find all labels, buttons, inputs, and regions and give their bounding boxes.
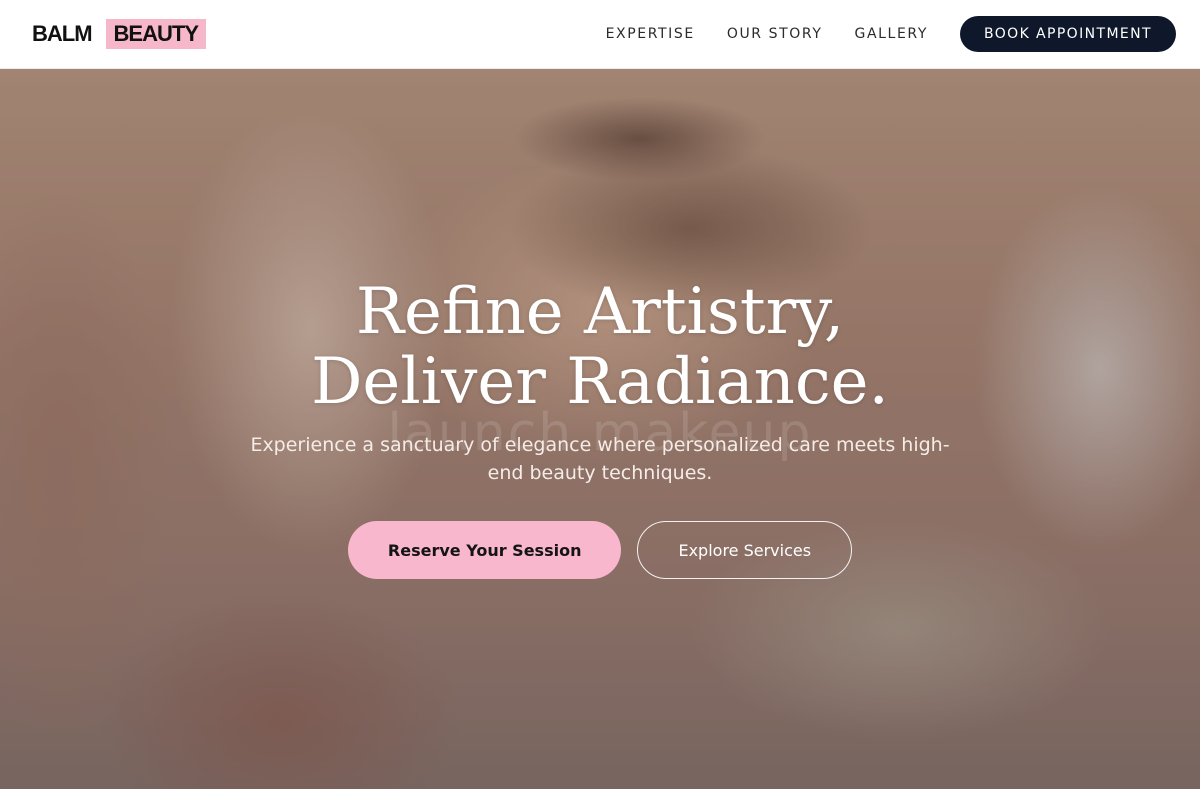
main-nav: EXPERTISE OUR STORY GALLERY BOOK APPOINT…	[606, 16, 1176, 52]
hero-title: Refine Artistry, Deliver Radiance.	[311, 277, 889, 417]
site-header: BALM BEAUTY EXPERTISE OUR STORY GALLERY …	[0, 0, 1200, 69]
explore-services-button[interactable]: Explore Services	[637, 521, 853, 579]
hero-title-line2: Deliver Radiance.	[311, 345, 889, 419]
reserve-session-button[interactable]: Reserve Your Session	[347, 521, 622, 579]
hero-actions: Reserve Your Session Explore Services	[347, 521, 853, 579]
nav-expertise[interactable]: EXPERTISE	[606, 26, 695, 42]
nav-gallery[interactable]: GALLERY	[855, 26, 928, 42]
hero-title-line1: Refine Artistry,	[355, 275, 845, 349]
page-bottom-edge	[0, 789, 1200, 800]
hero-section: launch makeup Refine Artistry, Deliver R…	[0, 69, 1200, 789]
logo[interactable]: BALM BEAUTY	[32, 19, 206, 49]
nav-our-story[interactable]: OUR STORY	[727, 26, 823, 42]
logo-text-beauty: BEAUTY	[105, 19, 206, 49]
logo-text-balm: BALM	[32, 21, 93, 46]
hero-content: Refine Artistry, Deliver Radiance. Exper…	[0, 69, 1200, 789]
hero-subtitle: Experience a sanctuary of elegance where…	[250, 434, 950, 484]
book-appointment-button[interactable]: BOOK APPOINTMENT	[959, 16, 1176, 52]
